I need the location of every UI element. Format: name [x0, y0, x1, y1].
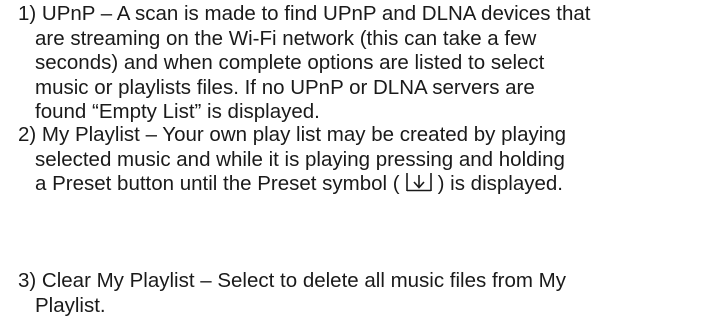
item-3-line-1: 3) Clear My Playlist – Select to delete …	[18, 269, 566, 292]
item-3-line-2: Playlist.	[35, 293, 106, 317]
preset-download-icon	[404, 172, 434, 192]
item-1-line-4: music or playlists files. If no UPnP or …	[35, 75, 535, 99]
item-1-line-5: found “Empty List” is displayed.	[35, 100, 320, 123]
item-2-line-3: a Preset button until the Preset symbol …	[18, 172, 718, 197]
item-1-line-3: seconds) and when complete options are l…	[35, 51, 545, 74]
item-1-line-1: 1) UPnP – A scan is made to find UPnP an…	[18, 2, 591, 25]
item-2-line-3-after: ) is displayed.	[437, 172, 563, 195]
item-2-line-1: 2) My Playlist – Your own play list may …	[18, 123, 567, 146]
list-item-upnp: 1) UPnP – A scan is made to find UPnP an…	[18, 2, 718, 125]
list-item-my-playlist: 2) My Playlist – Your own play list may …	[18, 123, 718, 197]
item-2-line-2: selected music and while it is playing p…	[35, 147, 565, 171]
list-item-clear-my-playlist: 3) Clear My Playlist – Select to delete …	[18, 269, 718, 318]
manual-page: 1) UPnP – A scan is made to find UPnP an…	[0, 0, 721, 326]
item-2-line-3-before: a Preset button until the Preset symbol …	[35, 172, 400, 195]
item-1-line-2: are streaming on the Wi-Fi network (this…	[35, 26, 537, 50]
